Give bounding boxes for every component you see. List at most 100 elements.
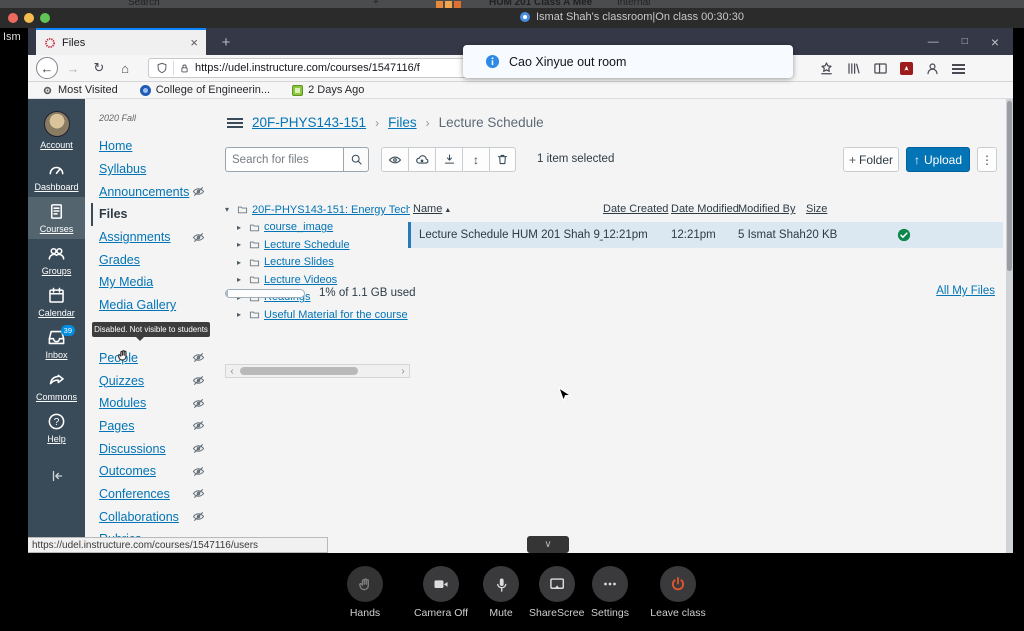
tree-folder-link[interactable]: Useful Material for the course [264,309,408,321]
reload-button[interactable]: ↻ [88,57,110,79]
nav-link[interactable]: Home [99,139,132,153]
nav-link[interactable]: Collaborations [99,510,179,524]
caret-right-icon[interactable]: ▸ [237,275,245,284]
column-header-modified-by[interactable]: Modified By [738,203,806,215]
mute-button[interactable]: Mute [473,553,529,619]
course-nav-syllabus[interactable]: Syllabus [99,158,215,181]
settings-button[interactable]: Settings [582,553,638,619]
tree-folder-link[interactable]: course_image [264,221,333,233]
nav-link[interactable]: Quizzes [99,374,144,388]
course-nav-assignments[interactable]: Assignments [99,226,215,249]
course-nav-modules[interactable]: Modules [99,392,215,415]
course-nav-home[interactable]: Home [99,135,215,158]
restore-button[interactable]: □ [962,36,968,47]
tree-folder-lecture-slides[interactable]: ▸ Lecture Slides [225,254,410,272]
sidebar-item-courses[interactable]: Courses [28,197,85,239]
share-screen-button[interactable]: ShareScreen [529,553,585,619]
scrollbar-thumb[interactable] [240,367,358,375]
table-row-selected[interactable]: Lecture Schedule HUM 201 Shah 9_8.xlsx 1… [408,222,1003,248]
minimize-button[interactable]: — [928,36,939,48]
breadcrumb-course-link[interactable]: 20F-PHYS143-151 [252,115,366,130]
menu-icon[interactable] [952,68,965,70]
tree-root-folder[interactable]: ▾ 20F-PHYS143-151: Energy Technolog [225,201,410,219]
column-header-date-modified[interactable]: Date Modified [671,203,738,215]
course-nav-quizzes[interactable]: Quizzes [99,369,215,392]
camera-button[interactable]: Camera Off [413,553,469,619]
search-input[interactable] [225,147,343,172]
leave-class-button[interactable]: Leave class [650,553,706,619]
vertical-scrollbar[interactable] [1006,99,1013,553]
move-button[interactable]: ↕ [462,147,489,172]
course-nav-files[interactable]: Files [91,203,215,226]
hands-button[interactable]: Hands [337,553,393,619]
scroll-right-icon[interactable]: › [397,366,409,377]
nav-link[interactable]: Outcomes [99,464,156,478]
caret-right-icon[interactable]: ▸ [237,310,245,319]
course-nav-conferences[interactable]: Conferences [99,483,215,506]
course-nav-media-gallery[interactable]: Media Gallery [99,294,215,317]
tree-folder-link[interactable]: Lecture Videos [264,274,337,286]
course-nav-collaborations[interactable]: Collaborations [99,505,215,528]
sidebar-item-help[interactable]: Help [28,407,85,449]
collapse-nav-button[interactable] [28,463,85,489]
tracking-shield-icon[interactable] [156,62,168,74]
tree-folder-course-image[interactable]: ▸ course_image [225,219,410,237]
search-button[interactable] [343,147,369,172]
nav-link[interactable]: Syllabus [99,162,146,176]
tree-folder-link[interactable]: Lecture Slides [264,256,334,268]
library-icon[interactable] [846,61,861,76]
tree-folder-useful-material[interactable]: ▸ Useful Material for the course [225,306,410,324]
sidebar-item-commons[interactable]: Commons [28,365,85,407]
tab-files[interactable]: Files × [36,28,206,55]
close-button[interactable]: × [991,34,999,50]
nav-link[interactable]: My Media [99,275,153,289]
column-header-date-created[interactable]: Date Created [603,203,671,215]
caret-right-icon[interactable]: ▸ [237,223,245,232]
sidebar-item-dashboard[interactable]: Dashboard [28,155,85,197]
breadcrumb-files-link[interactable]: Files [388,115,417,130]
course-nav-outcomes[interactable]: Outcomes [99,460,215,483]
close-traffic-light[interactable] [8,13,18,23]
course-nav-pages[interactable]: Pages [99,415,215,438]
bookmark-2-days-ago[interactable]: 2 Days Ago [292,84,364,96]
sidebar-item-inbox[interactable]: 39 Inbox [28,323,85,365]
nav-link[interactable]: Files [99,207,128,221]
caret-right-icon[interactable]: ▸ [237,240,245,249]
bookmark-college[interactable]: College of Engineerin... [140,84,270,96]
restrict-access-button[interactable] [408,147,435,172]
nav-link[interactable]: Modules [99,396,146,410]
tab-close-icon[interactable]: × [190,35,198,50]
nav-link[interactable]: Pages [99,419,134,433]
scroll-left-icon[interactable]: ‹ [226,366,238,377]
nav-link[interactable]: Media Gallery [99,298,176,312]
tree-folder-lecture-schedule[interactable]: ▸ Lecture Schedule [225,236,410,254]
nav-link[interactable]: Conferences [99,487,170,501]
course-menu-icon[interactable] [227,122,243,124]
hide-controls-button[interactable]: ∨ [527,536,569,553]
sidebar-toggle-icon[interactable] [873,61,888,76]
caret-right-icon[interactable]: ▸ [237,258,245,267]
zoom-traffic-light[interactable] [40,13,50,23]
tree-folder-link[interactable]: Lecture Schedule [264,239,350,251]
nav-link[interactable]: Assignments [99,230,171,244]
horizontal-scrollbar[interactable]: ‹ › [225,364,410,378]
tree-folder-link[interactable]: 20F-PHYS143-151: Energy Technolog [252,204,410,216]
tree-folder-lecture-videos[interactable]: ▸ Lecture Videos [225,271,410,289]
course-nav-grades[interactable]: Grades [99,248,215,271]
course-nav-discussions[interactable]: Discussions [99,437,215,460]
sidebar-item-calendar[interactable]: Calendar [28,281,85,323]
published-check-icon[interactable] [897,228,911,242]
account-icon[interactable] [925,61,940,76]
caret-down-icon[interactable]: ▾ [225,205,233,214]
add-folder-button[interactable]: + Folder [843,147,899,172]
adobe-pdf-extension-icon[interactable] [900,62,913,75]
column-header-size[interactable]: Size [806,203,1003,215]
minimize-traffic-light[interactable] [24,13,34,23]
file-name-cell[interactable]: Lecture Schedule HUM 201 Shah 9_8.xlsx [413,226,603,244]
preview-button[interactable] [381,147,408,172]
sidebar-item-account[interactable]: Account [28,106,85,155]
scrollbar-track[interactable] [238,365,397,377]
forward-button[interactable]: → [62,57,84,79]
back-button[interactable]: ← [36,57,58,79]
column-header-name[interactable]: Name▲ [413,203,603,215]
